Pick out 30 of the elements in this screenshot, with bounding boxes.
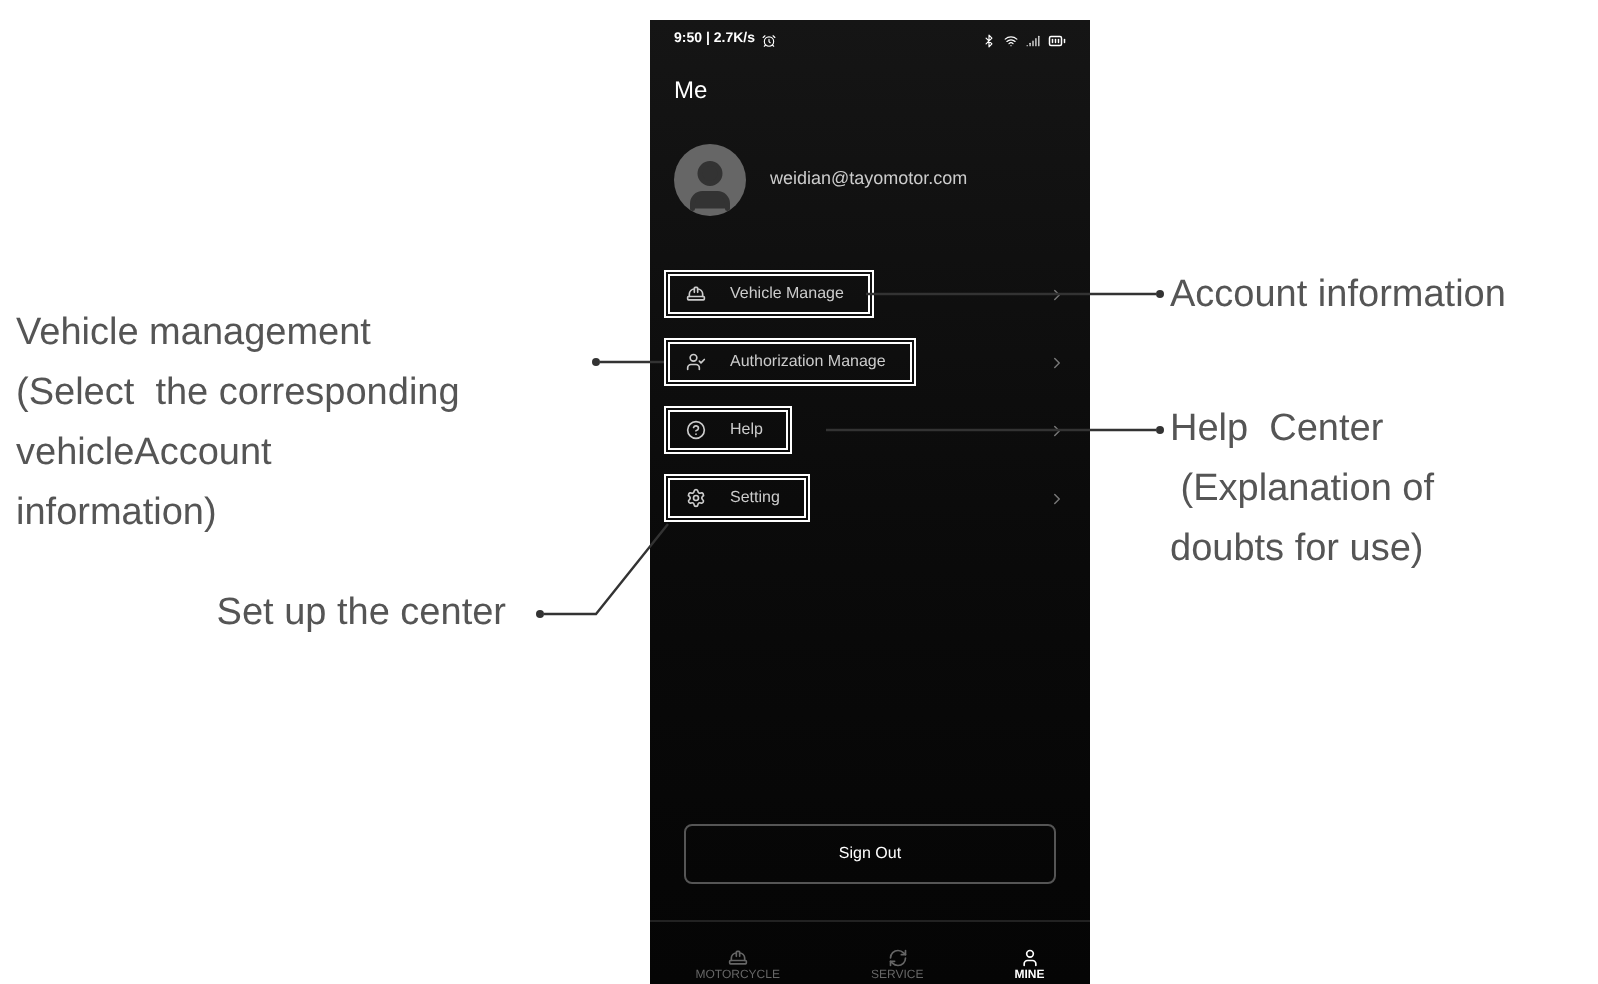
page-title: Me (674, 74, 708, 108)
settings-icon (686, 488, 706, 508)
user-icon (1019, 948, 1040, 968)
annotation-text: Help Center (Explanation of doubts for use) (1170, 406, 1437, 574)
helmet-icon (727, 948, 748, 968)
bluetooth-icon (982, 33, 996, 47)
chevron-icon (1048, 421, 1066, 439)
sign-out-button[interactable]: Sign Out (684, 824, 1056, 884)
account-email: weidian@tayomotor.com (770, 166, 968, 193)
battery-icon (1048, 31, 1066, 49)
help-icon (686, 420, 706, 440)
user-check-icon (686, 352, 706, 372)
menu-item[interactable]: Authorization Manage (664, 338, 916, 386)
wifi-icon (1004, 33, 1018, 47)
helmet-icon (686, 284, 706, 304)
annotation-text: Vehicle management (Select the corresponding vehicleAccount information) (16, 310, 462, 538)
refresh-icon (887, 948, 908, 968)
signal-icon (1026, 33, 1040, 47)
leader-line (536, 523, 669, 618)
menu-item[interactable]: Vehicle Manage (664, 270, 874, 318)
annotation-text: Account information (1170, 272, 1508, 320)
menu-item[interactable]: Help (664, 406, 793, 454)
chevron-icon (1048, 489, 1066, 507)
chevron-icon (1048, 353, 1066, 371)
menu-item[interactable]: Setting (664, 474, 810, 522)
annotation-text: Set up the center (216, 590, 506, 638)
alarm-icon (762, 33, 777, 47)
chevron-icon (1048, 285, 1066, 303)
leader-line (592, 358, 664, 366)
avatar-placeholder (674, 144, 746, 216)
